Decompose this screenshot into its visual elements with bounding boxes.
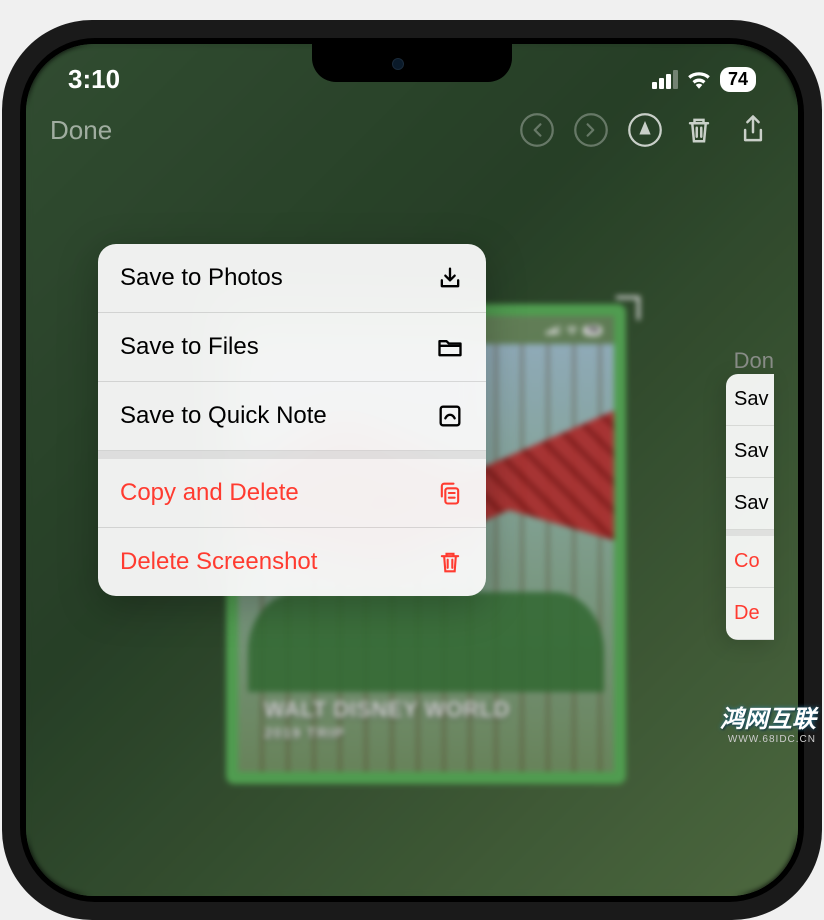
menu-item-label: Save to Photos [120,264,283,292]
menu-item-label: Save to Quick Note [120,402,327,430]
watermark: 鸿网互联 WWW.68IDC.CN [720,699,816,745]
secondary-menu-item[interactable]: Sav [726,478,774,530]
undo-button[interactable] [516,109,558,151]
markup-toolbar: Done [26,100,798,160]
screen: 3:10 74 Done [26,44,798,896]
menu-item-label: Delete Screenshot [120,548,317,576]
phone-frame: 3:10 74 Done [2,20,822,920]
front-camera [392,58,404,70]
share-button[interactable] [732,109,774,151]
done-button[interactable]: Done [50,115,112,146]
clock-time: 3:10 [68,64,120,95]
secondary-menu-item[interactable]: De [726,588,774,640]
menu-item-label: Copy and Delete [120,479,299,507]
watermark-url: WWW.68IDC.CN [720,734,816,745]
menu-save-to-quick-note[interactable]: Save to Quick Note [98,382,486,451]
secondary-menu-item[interactable]: Sav [726,374,774,426]
folder-icon [436,333,464,361]
menu-copy-and-delete[interactable]: Copy and Delete [98,451,486,528]
menu-save-to-photos[interactable]: Save to Photos [98,244,486,313]
cellular-signal-icon [652,70,678,89]
trash-button[interactable] [678,109,720,151]
notch [312,44,512,82]
secondary-context-menu: Sav Sav Sav Co De [726,374,774,640]
status-indicators: 74 [652,67,756,92]
redo-button[interactable] [570,109,612,151]
battery-badge: 74 [720,67,756,92]
secondary-menu-item[interactable]: Co [726,530,774,588]
wifi-icon [686,69,712,89]
quick-note-icon [436,402,464,430]
copy-delete-icon [436,479,464,507]
menu-item-label: Save to Files [120,333,259,361]
phone-bezel: 3:10 74 Done [20,38,804,902]
trash-icon [436,548,464,576]
watermark-text: 鸿网互联 [720,699,816,734]
secondary-menu-item[interactable]: Sav [726,426,774,478]
download-icon [436,264,464,292]
done-context-menu: Save to Photos Save to Files Save to Qui… [98,244,486,596]
markup-pen-button[interactable] [624,109,666,151]
secondary-done-label: Don [734,348,774,374]
menu-save-to-files[interactable]: Save to Files [98,313,486,382]
menu-delete-screenshot[interactable]: Delete Screenshot [98,528,486,596]
